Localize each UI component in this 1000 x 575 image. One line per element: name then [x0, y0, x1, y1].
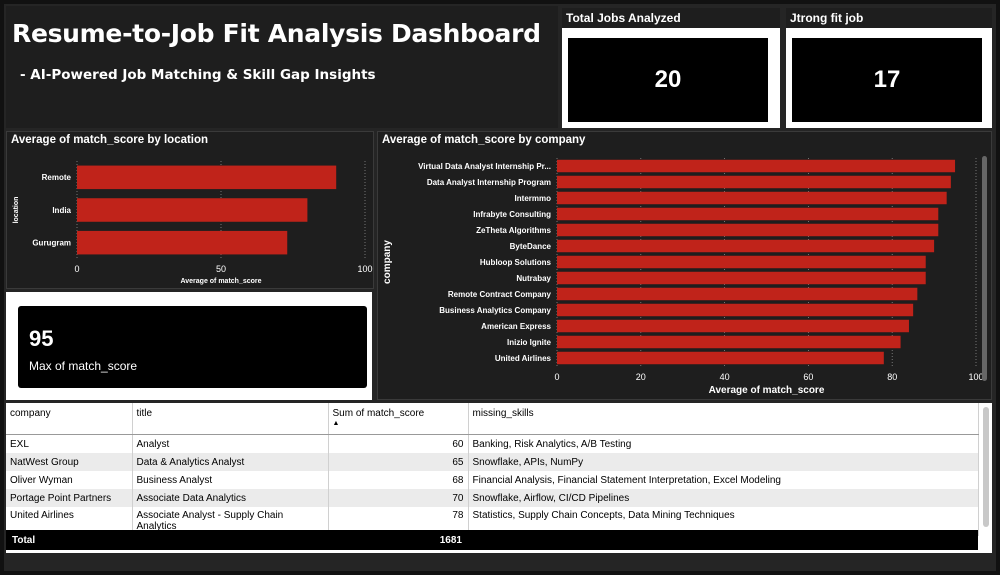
total-value: 1681: [439, 535, 462, 546]
bar: [557, 271, 926, 285]
col-header-sum-match-score-label: Sum of match_score: [332, 408, 425, 419]
cell-company: Oliver Wyman: [6, 471, 133, 489]
col-header-title[interactable]: title: [132, 403, 329, 435]
total-label: Total: [12, 535, 36, 546]
cell-company: Portage Point Partners: [6, 489, 133, 507]
bar: [557, 159, 956, 173]
bar: [557, 239, 935, 253]
kpi-total-jobs-label: Total Jobs Analyzed: [562, 8, 780, 28]
cell-missing-skills: Financial Analysis, Financial Statement …: [468, 471, 979, 489]
kpi-max-score-value: 95: [29, 326, 54, 351]
col-header-company[interactable]: company: [6, 403, 133, 435]
bar: [557, 303, 914, 317]
category-label: American Express: [481, 322, 551, 331]
table-row[interactable]: Portage Point Partners Associate Data Ana…: [6, 489, 979, 507]
col-header-sum-match-score[interactable]: Sum of match_score ▲: [328, 403, 469, 435]
page-title: Resume-to-Job Fit Analysis Dashboard: [12, 19, 541, 48]
category-label: Inizio Ignite: [507, 338, 552, 347]
kpi-max-score-box: 95 Max of match_score: [18, 306, 367, 388]
category-label: India: [52, 206, 71, 215]
bar: [557, 191, 947, 205]
bar: [557, 351, 884, 365]
x-tick-label: 40: [720, 372, 730, 382]
chart-scrollbar[interactable]: [982, 156, 987, 381]
cell-company: NatWest Group: [6, 453, 133, 471]
category-label: United Airlines: [495, 354, 552, 363]
jobs-table[interactable]: company title Sum of match_score ▲ missin…: [6, 403, 979, 536]
company-chart-panel[interactable]: Average of match_score by company 0 20 40 6…: [377, 131, 992, 400]
bar: [77, 230, 288, 255]
category-label: Remote Contract Company: [448, 290, 552, 299]
x-tick-label: 60: [803, 372, 813, 382]
x-tick-label: 0: [554, 372, 559, 382]
company-bar-chart[interactable]: 0 20 40 60 80 100Virtual Data Analyst Interns…: [378, 149, 991, 399]
company-chart-title: Average of match_score by company: [382, 134, 586, 146]
bar: [557, 223, 939, 237]
kpi-strong-fit-label: Jtrong fit job: [786, 8, 992, 28]
kpi-total-jobs-value: 20: [568, 38, 768, 122]
title-panel: Resume-to-Job Fit Analysis Dashboard - A…: [6, 6, 558, 128]
cell-title: Analyst: [132, 434, 329, 453]
kpi-total-jobs[interactable]: Total Jobs Analyzed 20: [562, 8, 780, 128]
cell-match-score: 68: [328, 471, 469, 489]
category-label: Infrabyte Consulting: [473, 210, 551, 219]
kpi-strong-fit-value: 17: [792, 38, 982, 122]
table-row[interactable]: EXL Analyst 60 Banking, Risk Analytics, A/B…: [6, 434, 979, 453]
cell-missing-skills: Banking, Risk Analytics, A/B Testing: [468, 434, 979, 453]
bar: [557, 287, 918, 301]
cell-match-score: 65: [328, 453, 469, 471]
cell-title: Business Analyst: [132, 471, 329, 489]
x-tick-label: 80: [887, 372, 897, 382]
bar: [77, 198, 308, 222]
cell-missing-skills: Snowflake, Airflow, CI/CD Pipelines: [468, 489, 979, 507]
jobs-table-panel[interactable]: company title Sum of match_score ▲ missin…: [6, 403, 992, 553]
category-label: Nutrabay: [516, 274, 551, 283]
category-label: Virtual Data Analyst Internship Pr...: [418, 162, 551, 171]
category-label: Data Analyst Internship Program: [427, 178, 551, 187]
bar: [557, 335, 901, 349]
y-axis-title: company: [382, 240, 393, 284]
x-tick-label: 20: [636, 372, 646, 382]
kpi-strong-fit[interactable]: Jtrong fit job 17: [786, 8, 992, 128]
category-label: Business Analytics Company: [439, 306, 551, 315]
cell-title: Data & Analytics Analyst: [132, 453, 329, 471]
cell-company: EXL: [6, 434, 133, 453]
location-chart-panel[interactable]: Average of match_score by location 0 50 10…: [6, 131, 374, 289]
kpi-max-score[interactable]: 95 Max of match_score: [6, 292, 372, 400]
bar: [557, 319, 909, 333]
bar: [557, 255, 926, 269]
cell-match-score: 60: [328, 434, 469, 453]
category-label: Intermmo: [515, 194, 552, 203]
x-tick-label: 100: [357, 264, 372, 274]
x-tick-label: 50: [216, 264, 226, 274]
table-row[interactable]: Oliver Wyman Business Analyst 68 Financial …: [6, 471, 979, 489]
category-label: Gurugram: [32, 238, 71, 247]
table-scrollbar[interactable]: [983, 407, 989, 527]
cell-title: Associate Data Analytics: [132, 489, 329, 507]
bar: [77, 165, 337, 190]
col-header-missing-skills[interactable]: missing_skills: [468, 403, 979, 435]
category-label: Remote: [42, 173, 72, 182]
x-axis-title: Average of match_score: [180, 278, 261, 285]
x-tick-label: 0: [74, 264, 79, 274]
y-axis-title: location: [13, 197, 20, 224]
sort-ascending-icon: ▲: [332, 420, 340, 427]
bar: [557, 207, 939, 221]
location-chart-title: Average of match_score by location: [11, 134, 209, 146]
cell-match-score: 70: [328, 489, 469, 507]
category-label: ZeTheta Algorithms: [476, 226, 551, 235]
bar: [557, 175, 951, 189]
page-subtitle: - AI-Powered Job Matching & Skill Gap In…: [20, 67, 376, 83]
x-axis-title: Average of match_score: [709, 385, 825, 396]
category-label: Hubloop Solutions: [480, 258, 552, 267]
category-label: ByteDance: [510, 242, 552, 251]
location-bar-chart[interactable]: 0 50 100 Remote India Gurugram Average of matc…: [7, 149, 373, 289]
table-row[interactable]: NatWest Group Data & Analytics Analyst 65 S…: [6, 453, 979, 471]
kpi-max-score-label: Max of match_score: [29, 359, 138, 373]
table-total-row: Total 1681: [6, 530, 978, 550]
cell-missing-skills: Snowflake, APIs, NumPy: [468, 453, 979, 471]
